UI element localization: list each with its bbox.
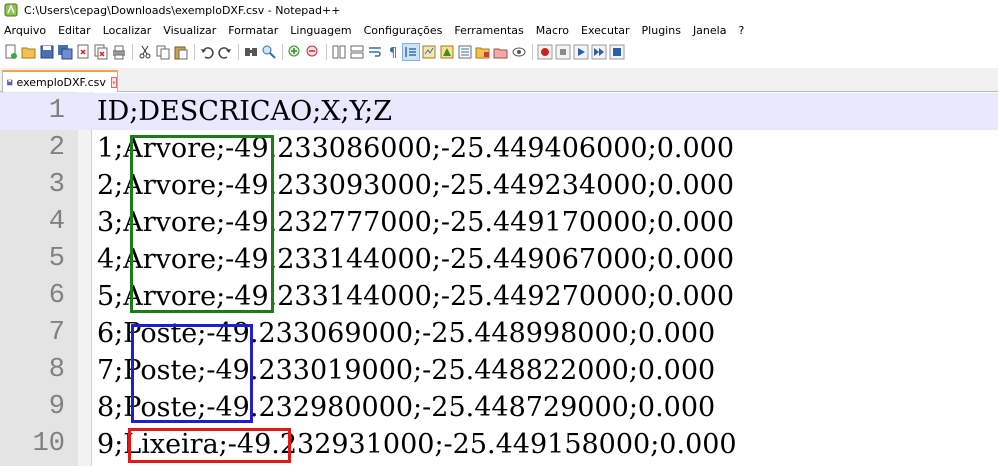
- editor-line[interactable]: 10 9;Lixeira;-49.232931000;-25.449158000…: [0, 426, 998, 463]
- menu-formatar[interactable]: Formatar: [222, 24, 284, 37]
- menu-help[interactable]: ?: [732, 24, 750, 37]
- editor-line[interactable]: 6 5;Arvore;-49.233144000;-25.449270000;0…: [0, 278, 998, 315]
- document-map-icon[interactable]: [439, 44, 455, 60]
- tab-exemplodxf[interactable]: exemploDXF.csv: [2, 70, 118, 92]
- menu-ferramentas[interactable]: Ferramentas: [448, 24, 529, 37]
- cut-icon[interactable]: [137, 44, 153, 60]
- editor-line[interactable]: 1 ID;DESCRICAO;X;Y;Z: [0, 93, 998, 130]
- find-icon[interactable]: [243, 44, 259, 60]
- menu-configuracoes[interactable]: Configurações: [358, 24, 449, 37]
- folder-workspace-icon[interactable]: [475, 44, 491, 60]
- window-title: C:\Users\cepag\Downloads\exemploDXF.csv …: [24, 3, 341, 17]
- save-all-icon[interactable]: [57, 44, 73, 60]
- save-icon[interactable]: [39, 44, 55, 60]
- editor-line[interactable]: 4 3;Arvore;-49.232777000;-25.449170000;0…: [0, 204, 998, 241]
- indent-guide-icon[interactable]: [402, 43, 420, 61]
- udl-icon[interactable]: [421, 44, 437, 60]
- menu-executar[interactable]: Executar: [575, 24, 636, 37]
- editor-line[interactable]: 8 7;Poste;-49.233019000;-25.448822000;0.…: [0, 352, 998, 389]
- line-text[interactable]: 8;Poste;-49.232980000;-25.448729000;0.00…: [97, 389, 715, 426]
- menu-janela[interactable]: Janela: [687, 24, 733, 37]
- sync-horizontal-icon[interactable]: [349, 44, 365, 60]
- toolbar-separator: [282, 44, 283, 60]
- doc-list-icon[interactable]: [493, 44, 509, 60]
- toolbar-separator: [532, 44, 533, 60]
- new-file-icon[interactable]: [3, 44, 19, 60]
- redo-icon[interactable]: [217, 44, 233, 60]
- line-text[interactable]: 3;Arvore;-49.232777000;-25.449170000;0.0…: [97, 204, 734, 241]
- show-all-chars-icon[interactable]: ¶: [385, 44, 401, 60]
- play-macro-icon[interactable]: [573, 44, 589, 60]
- line-text[interactable]: 6;Poste;-49.233069000;-25.448998000;0.00…: [97, 315, 715, 352]
- toolbar-separator: [326, 44, 327, 60]
- editor-line[interactable]: 2 1;Arvore;-49.233086000;-25.449406000;0…: [0, 130, 998, 167]
- toolbar-separator: [194, 44, 195, 60]
- line-text[interactable]: 9;Lixeira;-49.232931000;-25.449158000;0.…: [97, 426, 737, 463]
- undo-icon[interactable]: [199, 44, 215, 60]
- toolbar: ¶: [0, 41, 998, 63]
- svg-text:¶: ¶: [389, 46, 397, 60]
- line-number: 6: [48, 281, 65, 311]
- tab-bar: exemploDXF.csv: [0, 68, 998, 92]
- function-list-icon[interactable]: [457, 44, 473, 60]
- save-macro-icon[interactable]: [609, 44, 625, 60]
- zoom-out-icon[interactable]: [305, 44, 321, 60]
- stop-macro-icon[interactable]: [555, 44, 571, 60]
- word-wrap-icon[interactable]: [367, 44, 383, 60]
- close-icon[interactable]: [75, 44, 91, 60]
- saved-file-icon: [7, 79, 13, 85]
- line-text[interactable]: 5;Arvore;-49.233144000;-25.449270000;0.0…: [97, 278, 734, 315]
- line-number: 1: [48, 96, 65, 126]
- line-number: 5: [48, 244, 65, 274]
- run-macro-multiple-icon[interactable]: [591, 44, 607, 60]
- menu-linguagem[interactable]: Linguagem: [284, 24, 357, 37]
- paste-icon[interactable]: [173, 44, 189, 60]
- sync-vertical-icon[interactable]: [331, 44, 347, 60]
- zoom-in-icon[interactable]: [287, 44, 303, 60]
- line-number: 7: [48, 318, 65, 348]
- menu-plugins[interactable]: Plugins: [636, 24, 687, 37]
- toolbar-separator: [132, 44, 133, 60]
- menu-visualizar[interactable]: Visualizar: [157, 24, 222, 37]
- line-number: 8: [48, 355, 65, 385]
- line-text[interactable]: 4;Arvore;-49.233144000;-25.449067000;0.0…: [97, 241, 734, 278]
- record-macro-icon[interactable]: [537, 44, 553, 60]
- line-text[interactable]: 2;Arvore;-49.233093000;-25.449234000;0.0…: [97, 167, 734, 204]
- line-number: 10: [32, 429, 65, 459]
- menu-arquivo[interactable]: Arquivo: [0, 24, 52, 37]
- editor-line[interactable]: 5 4;Arvore;-49.233144000;-25.449067000;0…: [0, 241, 998, 278]
- close-all-icon[interactable]: [93, 44, 109, 60]
- menu-editar[interactable]: Editar: [52, 24, 97, 37]
- editor-line[interactable]: 7 6;Poste;-49.233069000;-25.448998000;0.…: [0, 315, 998, 352]
- line-text[interactable]: 1;Arvore;-49.233086000;-25.449406000;0.0…: [97, 130, 734, 167]
- line-number: 3: [48, 170, 65, 200]
- print-icon[interactable]: [111, 44, 127, 60]
- tab-label: exemploDXF.csv: [16, 75, 106, 89]
- line-text[interactable]: 7;Poste;-49.233019000;-25.448822000;0.00…: [97, 352, 715, 389]
- editor-line[interactable]: 9 8;Poste;-49.232980000;-25.448729000;0.…: [0, 389, 998, 426]
- replace-icon[interactable]: [261, 44, 277, 60]
- line-number: 2: [48, 133, 65, 163]
- menu-macro[interactable]: Macro: [530, 24, 575, 37]
- menu-bar: Arquivo Editar Localizar Visualizar Form…: [0, 21, 998, 40]
- editor[interactable]: 1 ID;DESCRICAO;X;Y;Z 2 1;Arvore;-49.2330…: [0, 92, 998, 466]
- line-number: 4: [48, 207, 65, 237]
- editor-line[interactable]: 3 2;Arvore;-49.233093000;-25.449234000;0…: [0, 167, 998, 204]
- menu-localizar[interactable]: Localizar: [97, 24, 158, 37]
- copy-icon[interactable]: [155, 44, 171, 60]
- monitoring-icon[interactable]: [511, 44, 527, 60]
- title-bar: C:\Users\cepag\Downloads\exemploDXF.csv …: [0, 0, 998, 20]
- notepadpp-icon: [4, 3, 18, 17]
- open-file-icon[interactable]: [21, 44, 37, 60]
- close-tab-icon[interactable]: [110, 76, 117, 88]
- toolbar-separator: [238, 44, 239, 60]
- line-text[interactable]: ID;DESCRICAO;X;Y;Z: [97, 93, 392, 130]
- line-number: 9: [48, 392, 65, 422]
